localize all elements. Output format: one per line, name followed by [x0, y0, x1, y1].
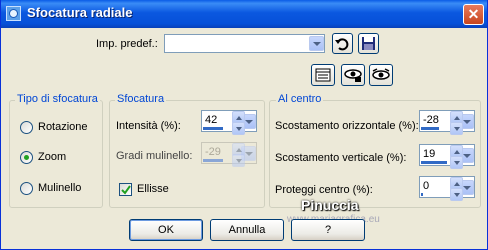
protect-center-field[interactable]: 0: [419, 176, 475, 198]
eye-lock-icon: [344, 69, 362, 82]
twirl-value: -29: [205, 146, 221, 158]
radio-button[interactable]: [20, 182, 33, 195]
h-offset-label: Scostamento orizzontale (%):: [275, 120, 419, 132]
dialog-window: Sfocatura radiale ✕ Imp. predef.: Tipo d…: [0, 0, 488, 250]
preset-label: Imp. predef.:: [96, 38, 158, 50]
center-group-title: Al centro: [276, 93, 324, 105]
close-icon: ✕: [467, 6, 480, 22]
spin-down-icon[interactable]: [450, 156, 463, 169]
twirl-label: Gradi mulinello:: [116, 150, 193, 162]
watermark-name: Pinuccia: [301, 197, 359, 213]
spin-down-icon: [232, 154, 245, 167]
undo-arrow-icon: [335, 38, 349, 51]
reset-preset-button[interactable]: [332, 33, 353, 54]
intensity-label: Intensità (%):: [116, 120, 181, 132]
auto-proof-button[interactable]: [369, 64, 393, 86]
blur-group-title: Sfocatura: [115, 93, 167, 105]
v-offset-label: Scostamento verticale (%):: [275, 152, 407, 164]
intensity-slider[interactable]: [203, 127, 223, 130]
protect-center-label: Proteggi centro (%):: [275, 184, 373, 196]
h-offset-field[interactable]: -28: [419, 110, 475, 132]
window-icon: [315, 68, 331, 82]
window-title: Sfocatura radiale: [27, 5, 133, 20]
blur-type-title: Tipo di sfocatura: [15, 93, 100, 105]
close-button[interactable]: ✕: [463, 4, 484, 25]
intensity-value: 42: [205, 114, 218, 126]
h-offset-value: -28: [423, 114, 439, 126]
preset-dropdown[interactable]: [164, 34, 325, 53]
floppy-disk-icon: [362, 37, 375, 50]
twirl-slider: [203, 159, 223, 162]
twirl-field: -29: [201, 142, 257, 164]
spin-down-icon[interactable]: [450, 122, 463, 135]
v-offset-value: 19: [423, 148, 436, 160]
eye-icon: [372, 68, 390, 80]
radio-button[interactable]: [20, 121, 33, 134]
checkbox[interactable]: [119, 183, 132, 196]
h-offset-slider[interactable]: [421, 127, 439, 130]
spin-down-icon[interactable]: [232, 122, 245, 135]
preview-toggle-button[interactable]: [311, 64, 335, 86]
app-icon: [6, 6, 21, 21]
radio-rotation-label: Rotazione: [38, 121, 88, 133]
radio-button[interactable]: [20, 151, 33, 164]
v-offset-slider[interactable]: [421, 161, 447, 164]
intensity-field[interactable]: 42: [201, 110, 257, 132]
spin-down-icon[interactable]: [450, 188, 463, 201]
v-offset-field[interactable]: 19: [419, 144, 475, 166]
chevron-down-icon[interactable]: [309, 36, 324, 51]
radio-zoom-label: Zoom: [38, 151, 67, 163]
title-bar[interactable]: Sfocatura radiale ✕: [1, 0, 487, 28]
radio-twirl-label: Mulinello: [38, 182, 82, 194]
proof-button[interactable]: [341, 64, 365, 86]
save-preset-button[interactable]: [358, 33, 379, 54]
ellipse-label: Ellisse: [137, 183, 169, 195]
protect-center-slider[interactable]: [421, 193, 423, 196]
ok-button[interactable]: OK: [129, 219, 203, 241]
protect-center-value: 0: [423, 180, 430, 192]
cancel-button[interactable]: Annulla: [210, 219, 284, 241]
help-button[interactable]: ?: [291, 219, 365, 241]
checkmark-icon: [121, 185, 131, 195]
